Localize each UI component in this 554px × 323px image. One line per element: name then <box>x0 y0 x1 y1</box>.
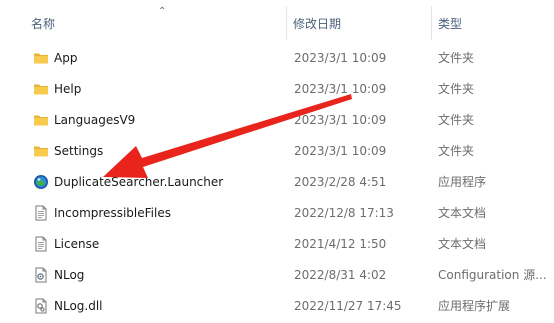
file-row-settings[interactable]: Settings 2023/3/1 10:09 文件夹 <box>0 136 554 167</box>
file-type: 文件夹 <box>438 51 475 65</box>
file-name: Settings <box>54 144 104 158</box>
file-name: App <box>54 51 78 65</box>
file-row-duplicatesearcher-launcher[interactable]: DuplicateSearcher.Launcher 2023/2/28 4:5… <box>0 167 554 198</box>
column-header-bar: ⌃ 名称 修改日期 类型 <box>0 0 554 46</box>
app-icon <box>34 175 48 189</box>
file-date-modified: 2021/4/12 1:50 <box>294 237 387 251</box>
file-date-modified: 2023/3/1 10:09 <box>294 51 387 65</box>
file-type: 文件夹 <box>438 113 475 127</box>
file-type: 文件夹 <box>438 82 475 96</box>
file-row-incompressiblefiles[interactable]: IncompressibleFiles 2022/12/8 17:13 文本文档 <box>0 198 554 229</box>
file-name: LanguagesV9 <box>54 113 136 127</box>
file-name: DuplicateSearcher.Launcher <box>54 175 224 189</box>
column-header-type-label: 类型 <box>438 16 463 31</box>
file-row-nlog[interactable]: NLog 2022/8/31 4:02 Configuration 源... <box>0 260 554 291</box>
column-header-type[interactable]: 类型 <box>432 6 554 40</box>
dll-file-icon <box>35 298 47 314</box>
file-type: 应用程序扩展 <box>438 299 511 313</box>
file-date-modified: 2022/12/8 17:13 <box>294 206 394 220</box>
file-date-modified: 2022/11/27 17:45 <box>294 299 402 313</box>
file-date-modified: 2023/2/28 4:51 <box>294 175 387 189</box>
file-type: 文件夹 <box>438 144 475 158</box>
column-header-date-modified[interactable]: 修改日期 <box>287 6 430 40</box>
column-header-name[interactable]: 名称 <box>25 6 285 40</box>
config-file-icon <box>35 267 47 283</box>
file-name: License <box>54 237 100 251</box>
folder-icon <box>34 115 48 126</box>
file-name: NLog.dll <box>54 299 103 313</box>
file-type: 应用程序 <box>438 175 487 189</box>
file-date-modified: 2022/8/31 4:02 <box>294 268 387 282</box>
column-header-date-label: 修改日期 <box>293 16 342 31</box>
text-file-icon <box>35 205 47 221</box>
file-row-help[interactable]: Help 2023/3/1 10:09 文件夹 <box>0 74 554 105</box>
folder-icon <box>34 53 48 64</box>
file-row-languagesv9[interactable]: LanguagesV9 2023/3/1 10:09 文件夹 <box>0 105 554 136</box>
file-row-license[interactable]: License 2021/4/12 1:50 文本文档 <box>0 229 554 260</box>
file-type: 文本文档 <box>438 237 487 251</box>
text-file-icon <box>35 236 47 252</box>
file-type: 文本文档 <box>438 206 487 220</box>
file-explorer-list: ⌃ 名称 修改日期 类型 App 2023/3/1 10:09 文件夹 Help… <box>0 0 554 323</box>
folder-icon <box>34 146 48 157</box>
file-row-nlog-dll[interactable]: NLog.dll 2022/11/27 17:45 应用程序扩展 <box>0 291 554 322</box>
column-header-name-label: 名称 <box>31 16 56 31</box>
file-name: NLog <box>54 268 85 282</box>
file-row-app[interactable]: App 2023/3/1 10:09 文件夹 <box>0 43 554 74</box>
folder-icon <box>34 84 48 95</box>
file-type: Configuration 源... <box>438 268 547 282</box>
file-date-modified: 2023/3/1 10:09 <box>294 82 387 96</box>
file-name: IncompressibleFiles <box>54 206 171 220</box>
file-date-modified: 2023/3/1 10:09 <box>294 113 387 127</box>
file-name: Help <box>54 82 82 96</box>
file-date-modified: 2023/3/1 10:09 <box>294 144 387 158</box>
